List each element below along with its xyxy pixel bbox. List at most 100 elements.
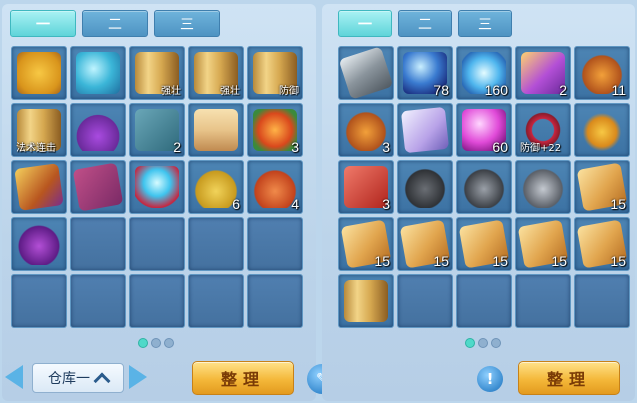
item-slot[interactable]: 160 bbox=[456, 46, 512, 100]
chevron-up-icon bbox=[93, 372, 111, 390]
item-slot[interactable]: 2 bbox=[515, 46, 571, 100]
item-slot[interactable] bbox=[129, 160, 185, 214]
item-count: 15 bbox=[433, 253, 449, 269]
page-dot[interactable] bbox=[478, 338, 488, 348]
item-slot[interactable]: 15 bbox=[338, 217, 394, 271]
bag-tab-3[interactable]: 三 bbox=[154, 10, 220, 37]
item-slot[interactable]: 78 bbox=[397, 46, 453, 100]
empty-slot[interactable] bbox=[70, 274, 126, 328]
page-dot[interactable] bbox=[465, 338, 475, 348]
bottom-toolbar: 仓库一 bbox=[0, 357, 637, 397]
item-slot[interactable]: 15 bbox=[515, 217, 571, 271]
warehouse-selector-label: 仓库一 bbox=[48, 371, 90, 387]
empty-slot[interactable] bbox=[188, 217, 244, 271]
empty-slot[interactable] bbox=[11, 274, 67, 328]
empty-slot[interactable] bbox=[70, 217, 126, 271]
empty-slot[interactable] bbox=[247, 274, 303, 328]
item-count: 60 bbox=[492, 139, 508, 155]
item-slot[interactable] bbox=[11, 160, 67, 214]
item-slot[interactable] bbox=[188, 103, 244, 157]
item-slot[interactable]: 防御+22 bbox=[515, 103, 571, 157]
cauldron-icon bbox=[462, 166, 506, 208]
bag-tab-1[interactable]: 一 bbox=[10, 10, 76, 37]
item-tag: 法术连击 bbox=[16, 143, 56, 154]
item-slot[interactable]: 3 bbox=[247, 103, 303, 157]
item-count: 3 bbox=[382, 139, 390, 155]
item-slot[interactable] bbox=[456, 160, 512, 214]
item-slot[interactable] bbox=[397, 160, 453, 214]
pet-card-icon bbox=[400, 106, 450, 154]
sea-dragon-icon bbox=[76, 52, 120, 94]
item-slot[interactable]: 6 bbox=[188, 160, 244, 214]
item-slot[interactable]: 3 bbox=[338, 160, 394, 214]
page-dot[interactable] bbox=[151, 338, 161, 348]
item-slot[interactable]: 2 bbox=[129, 103, 185, 157]
empty-slot[interactable] bbox=[129, 274, 185, 328]
item-slot[interactable]: 15 bbox=[397, 217, 453, 271]
seal-token-icon bbox=[17, 52, 61, 94]
iron-ingot-icon bbox=[339, 47, 393, 99]
red-book-icon bbox=[72, 162, 124, 212]
empty-slot[interactable] bbox=[515, 274, 571, 328]
iron-pot-icon bbox=[403, 166, 447, 208]
warehouse-page-indicator bbox=[465, 338, 501, 348]
item-count: 15 bbox=[492, 253, 508, 269]
item-slot[interactable] bbox=[70, 46, 126, 100]
empty-slot[interactable] bbox=[247, 217, 303, 271]
item-slot[interactable]: 防御 bbox=[247, 46, 303, 100]
item-slot[interactable]: 强壮 bbox=[188, 46, 244, 100]
warehouse-tab-bar: 一 二 三 bbox=[338, 10, 512, 37]
item-slot[interactable]: 11 bbox=[574, 46, 630, 100]
item-slot[interactable] bbox=[397, 103, 453, 157]
item-count: 15 bbox=[374, 253, 390, 269]
item-slot[interactable] bbox=[338, 274, 394, 328]
warehouse-item-grid: 78 160 2 11 3 60 防御+22 3 15 15 15 15 15 15 bbox=[338, 46, 630, 328]
next-warehouse-arrow-icon[interactable] bbox=[126, 365, 150, 389]
scroll-icon bbox=[344, 280, 388, 322]
empty-slot[interactable] bbox=[129, 217, 185, 271]
item-slot[interactable]: 15 bbox=[574, 217, 630, 271]
warehouse-tab-2[interactable]: 二 bbox=[398, 10, 452, 37]
tripod-icon bbox=[521, 166, 565, 208]
warehouse-selector[interactable]: 仓库一 bbox=[32, 363, 124, 393]
item-slot[interactable]: 15 bbox=[574, 160, 630, 214]
crystal-orb-icon bbox=[135, 166, 179, 208]
item-slot[interactable] bbox=[574, 103, 630, 157]
item-count: 15 bbox=[610, 196, 626, 212]
item-slot[interactable] bbox=[70, 160, 126, 214]
prev-warehouse-arrow-icon[interactable] bbox=[2, 365, 26, 389]
item-count: 6 bbox=[232, 196, 240, 212]
item-slot[interactable]: 4 bbox=[247, 160, 303, 214]
amulet-icon bbox=[580, 109, 624, 151]
item-slot[interactable] bbox=[515, 160, 571, 214]
item-tag: 防御 bbox=[279, 86, 299, 97]
empty-slot[interactable] bbox=[574, 274, 630, 328]
bag-tab-bar: 一 二 三 bbox=[10, 10, 220, 37]
empty-slot[interactable] bbox=[188, 274, 244, 328]
warehouse-tab-1[interactable]: 一 bbox=[338, 10, 392, 37]
item-slot[interactable]: 60 bbox=[456, 103, 512, 157]
empty-slot[interactable] bbox=[397, 274, 453, 328]
item-count: 3 bbox=[291, 139, 299, 155]
item-count: 15 bbox=[551, 253, 567, 269]
warehouse-panel: 一 二 三 78 160 2 11 3 60 防御+22 3 15 15 15 15 15 15 ! 整理 bbox=[322, 4, 635, 401]
player-bag-panel: 一 二 三 强壮强壮防御法术连击2364 整理✎ bbox=[2, 4, 337, 401]
item-slot[interactable]: 15 bbox=[456, 217, 512, 271]
page-dot[interactable] bbox=[138, 338, 148, 348]
item-count: 160 bbox=[484, 82, 508, 98]
item-slot[interactable]: 3 bbox=[338, 103, 394, 157]
item-slot[interactable] bbox=[338, 46, 394, 100]
bag-tab-2[interactable]: 二 bbox=[82, 10, 148, 37]
item-slot[interactable] bbox=[70, 103, 126, 157]
item-slot[interactable]: 强壮 bbox=[129, 46, 185, 100]
item-count: 15 bbox=[610, 253, 626, 269]
warehouse-tab-3[interactable]: 三 bbox=[458, 10, 512, 37]
item-tag: 防御+22 bbox=[520, 143, 562, 154]
item-slot[interactable] bbox=[11, 46, 67, 100]
pastry-icon bbox=[194, 109, 238, 151]
item-slot[interactable] bbox=[11, 217, 67, 271]
item-slot[interactable]: 法术连击 bbox=[11, 103, 67, 157]
page-dot[interactable] bbox=[164, 338, 174, 348]
empty-slot[interactable] bbox=[456, 274, 512, 328]
page-dot[interactable] bbox=[491, 338, 501, 348]
